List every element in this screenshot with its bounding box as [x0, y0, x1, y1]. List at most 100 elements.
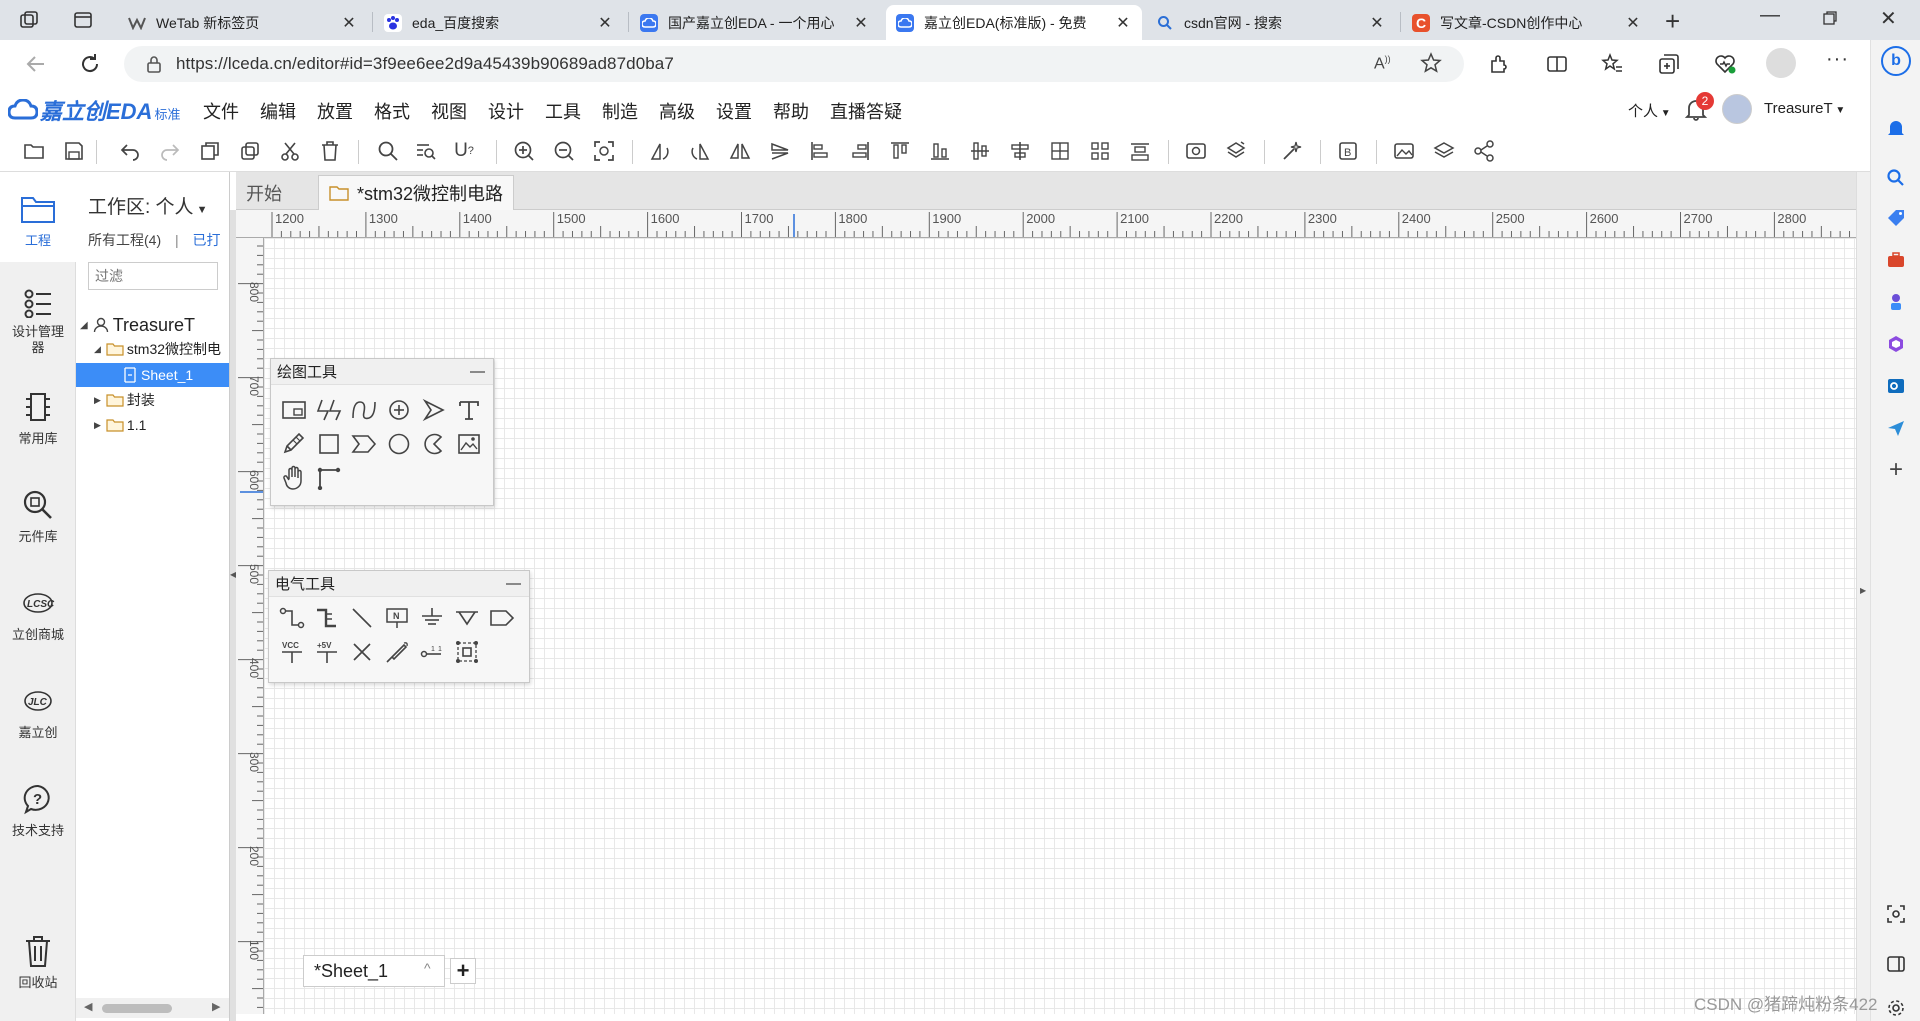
lock-icon[interactable]	[146, 55, 162, 73]
align-right-icon[interactable]	[848, 139, 872, 163]
netflag-ground-icon[interactable]	[452, 603, 482, 633]
menu-file[interactable]: 文件	[203, 98, 239, 124]
arrange-icon[interactable]	[1128, 139, 1152, 163]
browser-tab-lceda-home[interactable]: 国产嘉立创EDA - 一个用心 ✕	[630, 5, 880, 40]
pin-icon[interactable]: 11	[417, 637, 447, 667]
nav-jlc[interactable]: JLC 嘉立创	[0, 682, 76, 741]
menu-advanced[interactable]: 高级	[659, 98, 695, 124]
align-left-icon[interactable]	[808, 139, 832, 163]
nav-component-library[interactable]: 元件库	[0, 486, 76, 545]
freehand-pencil-icon[interactable]	[279, 429, 309, 459]
tree-project[interactable]: ◢ stm32微控制电	[94, 337, 221, 361]
rotate-left-icon[interactable]	[648, 139, 672, 163]
ground-icon[interactable]	[417, 603, 447, 633]
arc-icon[interactable]	[384, 395, 414, 425]
open-folder-icon[interactable]	[22, 139, 46, 163]
rotate-right-icon[interactable]	[688, 139, 712, 163]
send-plane-icon[interactable]	[1884, 416, 1908, 440]
expand-right-panel-icon[interactable]: ▶	[1860, 586, 1866, 595]
wire-icon[interactable]	[277, 603, 307, 633]
bus-entry-line-icon[interactable]	[347, 603, 377, 633]
flip-vertical-icon[interactable]	[768, 139, 792, 163]
caret-right-icon[interactable]: ▶	[94, 420, 101, 431]
notification-bell-icon[interactable]	[1884, 116, 1908, 140]
flip-horizontal-icon[interactable]	[728, 139, 752, 163]
nav-recycle-bin[interactable]: 回收站	[0, 932, 76, 991]
avatar[interactable]	[1722, 94, 1752, 124]
nav-common-library[interactable]: 常用库	[0, 388, 76, 447]
user-menu[interactable]: TreasureT ▼	[1764, 100, 1845, 117]
all-projects-link[interactable]: 所有工程(4)	[88, 232, 161, 248]
caret-down-icon[interactable]: ◢	[94, 344, 101, 355]
new-tab-button[interactable]: +	[1665, 6, 1680, 37]
browser-essentials-icon[interactable]	[1713, 52, 1737, 76]
net-label-icon[interactable]: N	[382, 603, 412, 633]
browser-tab-csdn-search[interactable]: csdn官网 - 搜索 ✕	[1146, 5, 1396, 40]
menu-edit[interactable]: 编辑	[260, 98, 296, 124]
polygon-icon[interactable]	[349, 429, 379, 459]
right-splitter[interactable]: ▶	[1856, 172, 1870, 1021]
collapse-palette-button[interactable]: —	[470, 363, 485, 380]
plus5v-icon[interactable]: +5V	[312, 637, 342, 667]
nav-tech-support[interactable]: ? 技术支持	[0, 780, 76, 839]
nav-project[interactable]: 工程	[0, 172, 76, 262]
nav-lcsc-mall[interactable]: LCSC 立创商城	[0, 584, 76, 643]
read-aloud-icon[interactable]: A))	[1374, 54, 1391, 73]
caret-down-icon[interactable]: ◢	[80, 320, 88, 331]
tab-schematic[interactable]: *stm32微控制电路	[318, 175, 515, 210]
back-icon[interactable]	[24, 52, 48, 76]
undo-icon[interactable]	[118, 139, 142, 163]
find-replace-icon[interactable]	[414, 139, 438, 163]
screenshot-icon[interactable]	[1884, 902, 1908, 926]
fit-view-icon[interactable]	[592, 139, 616, 163]
bom-icon[interactable]: B	[1336, 139, 1360, 163]
browser-tab-wetab[interactable]: WeTab 新标签页 ✕	[118, 5, 368, 40]
caret-right-icon[interactable]: ▶	[94, 395, 101, 406]
align-center-h-icon[interactable]	[968, 139, 992, 163]
menu-settings[interactable]: 设置	[716, 98, 752, 124]
polyline-icon[interactable]	[314, 395, 344, 425]
cut-icon[interactable]	[278, 139, 302, 163]
browser-tab-lceda-editor[interactable]: 嘉立创EDA(标准版) - 免费 ✕	[886, 5, 1142, 40]
shopping-tag-icon[interactable]	[1884, 206, 1908, 230]
extensions-icon[interactable]	[1487, 52, 1511, 76]
nav-design-manager[interactable]: 设计管理器	[0, 284, 76, 356]
search-icon[interactable]	[1884, 166, 1908, 190]
favorites-icon[interactable]	[1600, 52, 1624, 76]
tab-start[interactable]: 开始	[236, 175, 292, 210]
image-export-icon[interactable]	[1184, 139, 1208, 163]
browser-tab-baidu[interactable]: eda_百度搜索 ✕	[374, 5, 624, 40]
microsoft365-icon[interactable]	[1884, 332, 1908, 356]
add-sidebar-app-icon[interactable]: +	[1884, 456, 1908, 483]
scroll-right-icon[interactable]: ▶	[212, 1000, 220, 1013]
scroll-left-icon[interactable]: ◀	[84, 1000, 92, 1013]
copilot-bing-icon[interactable]: b	[1881, 46, 1911, 76]
refresh-icon[interactable]	[78, 52, 102, 76]
tree-folder-footprint[interactable]: ▶ 封装	[94, 388, 155, 412]
import-image-icon[interactable]	[1392, 139, 1416, 163]
group-components-icon[interactable]	[452, 637, 482, 667]
games-icon[interactable]	[1884, 290, 1908, 314]
panel-hscrollbar[interactable]: ◀ ▶	[76, 998, 229, 1018]
pie-arc-icon[interactable]	[419, 429, 449, 459]
notification-bell-icon[interactable]: 2	[1684, 92, 1714, 122]
tools-briefcase-icon[interactable]	[1884, 248, 1908, 272]
filter-input[interactable]	[88, 262, 218, 290]
close-tab-icon[interactable]: ✕	[596, 13, 614, 33]
close-tab-icon[interactable]: ✕	[1624, 13, 1642, 33]
profile-avatar[interactable]	[1766, 48, 1796, 78]
net-port-icon[interactable]	[487, 603, 517, 633]
settings-gear-icon[interactable]	[1884, 996, 1908, 1020]
add-sheet-button[interactable]: +	[450, 958, 476, 984]
copy-add-icon[interactable]	[198, 139, 222, 163]
menu-live-qa[interactable]: 直播答疑	[830, 98, 902, 124]
scroll-thumb[interactable]	[102, 1004, 172, 1013]
close-tab-icon[interactable]: ✕	[340, 13, 358, 33]
bus-entry-icon[interactable]	[279, 395, 309, 425]
vcc-icon[interactable]: VCC	[277, 637, 307, 667]
split-screen-icon[interactable]	[1545, 52, 1569, 76]
collapse-palette-button[interactable]: —	[506, 575, 521, 592]
no-connect-icon[interactable]	[347, 637, 377, 667]
menu-place[interactable]: 放置	[317, 98, 353, 124]
menu-help[interactable]: 帮助	[773, 98, 809, 124]
